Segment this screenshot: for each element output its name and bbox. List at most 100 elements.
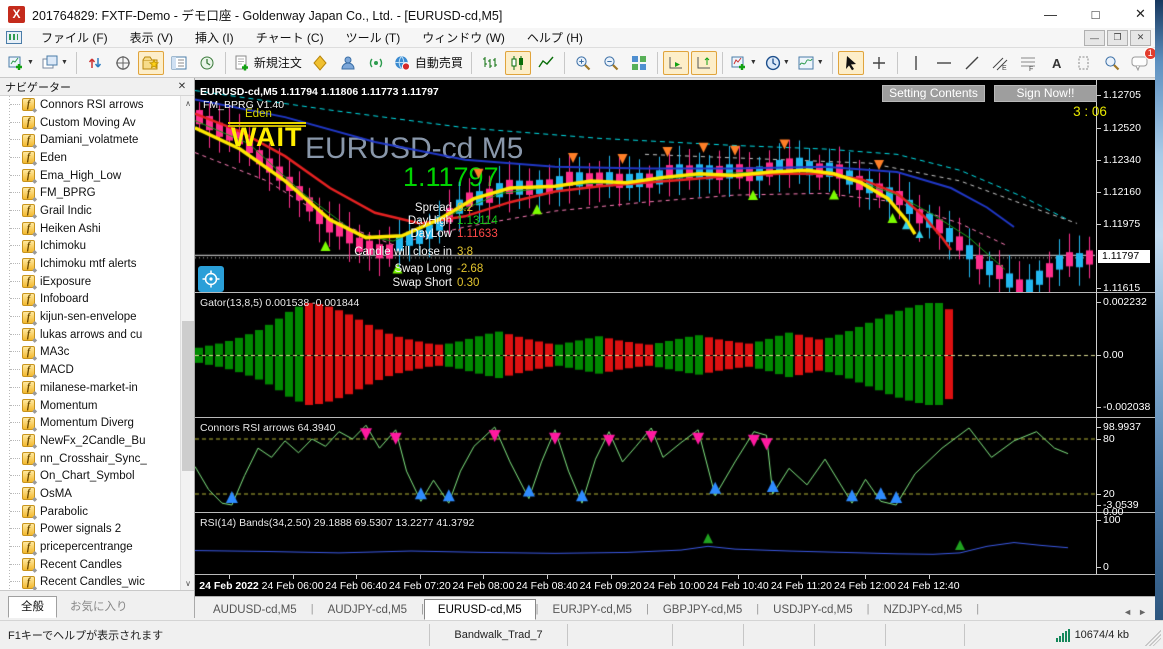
terminal-button[interactable] — [166, 51, 192, 75]
navigator-item-milanese-market-in[interactable]: fmilanese-market-in — [0, 379, 180, 397]
navigator-item-newfx-2candle-bu[interactable]: fNewFx_2Candle_Bu — [0, 432, 180, 450]
navigator-button[interactable] — [137, 50, 164, 75]
fibonacci-button[interactable]: F — [1015, 51, 1041, 75]
line-mode-button[interactable] — [533, 51, 559, 75]
arrow-label-button[interactable] — [1071, 51, 1097, 75]
navigator-item-grail-indic[interactable]: fGrail Indic — [0, 202, 180, 220]
profiles-button[interactable]: ▼ — [39, 51, 71, 75]
menu-item-3[interactable]: チャート (C) — [245, 31, 335, 45]
vertical-line-button[interactable] — [903, 51, 929, 75]
menu-item-1[interactable]: 表示 (V) — [119, 31, 184, 45]
navigator-item-parabolic[interactable]: fParabolic — [0, 503, 180, 521]
chart-tab-usdjpy-cd-m5[interactable]: USDJPY-cd,M5 — [759, 599, 866, 620]
navigator-item-ichimoku[interactable]: fIchimoku — [0, 238, 180, 255]
indicators-button[interactable]: ▼ — [795, 51, 827, 75]
navigator-item-recent-candles-wic[interactable]: fRecent Candles_wic — [0, 574, 180, 590]
chart-shift-button[interactable] — [690, 50, 717, 75]
zoom-in-button[interactable] — [570, 51, 596, 75]
navigator-item-kijun-sen-envelope[interactable]: fkijun-sen-envelope — [0, 308, 180, 326]
navigator-tab-0[interactable]: 全般 — [8, 596, 57, 618]
tile-windows-button[interactable] — [626, 51, 652, 75]
navigator-item-fm-bprg[interactable]: fFM_BPRG — [0, 184, 180, 202]
navigator-close-icon[interactable]: ✕ — [175, 81, 189, 92]
pane-separator[interactable] — [195, 292, 1155, 293]
navigator-item-ma3c[interactable]: fMA3c — [0, 344, 180, 361]
chart-tab-nzdjpy-cd-m5[interactable]: NZDJPY-cd,M5 — [869, 599, 976, 620]
new-order-button[interactable]: 新規注文 — [231, 51, 305, 75]
navigator-scrollbar[interactable]: ∧ ∨ — [180, 96, 194, 590]
navigator-item-ichimoku-mtf-alerts[interactable]: fIchimoku mtf alerts — [0, 255, 180, 273]
crosshair-button[interactable] — [866, 51, 892, 75]
navigator-item-ema-high-low[interactable]: fEma_High_Low — [0, 167, 180, 184]
data-window-button[interactable] — [110, 51, 136, 75]
chart-tab-eurjpy-cd-m5[interactable]: EURJPY-cd,M5 — [538, 599, 645, 620]
chevron-down-icon[interactable]: ▼ — [750, 59, 757, 66]
experts-button[interactable] — [335, 51, 361, 75]
navigator-item-damiani-volatmete[interactable]: fDamiani_volatmete — [0, 131, 180, 149]
signals-button[interactable] — [363, 51, 389, 75]
maximize-button[interactable]: □ — [1073, 0, 1118, 28]
pane-separator[interactable] — [195, 417, 1155, 418]
chevron-down-icon[interactable]: ▼ — [27, 59, 34, 66]
tab-scroll-left-icon[interactable]: ◄ — [1123, 607, 1132, 617]
chart-tab-gbpjpy-cd-m5[interactable]: GBPJPY-cd,M5 — [649, 599, 756, 620]
navigator-item-on-chart-symbol[interactable]: fOn_Chart_Symbol — [0, 467, 180, 485]
setting-contents-button[interactable]: Setting Contents — [882, 85, 985, 102]
navigator-item-nn-crosshair-sync-[interactable]: fnn_Crosshair_Sync_ — [0, 450, 180, 467]
gator-indicator-chart[interactable] — [195, 294, 1096, 417]
trendline-button[interactable] — [959, 51, 985, 75]
comments-button[interactable]: 1 — [1127, 46, 1157, 75]
chevron-down-icon[interactable]: ▼ — [61, 59, 68, 66]
chevron-down-icon[interactable]: ▼ — [783, 59, 790, 66]
navigator-item-eden[interactable]: fEden — [0, 149, 180, 167]
strategy-tester-button[interactable] — [194, 51, 220, 75]
cursor-button[interactable] — [837, 50, 864, 75]
scrollbar-thumb[interactable] — [182, 321, 194, 471]
menu-item-2[interactable]: 挿入 (I) — [184, 31, 245, 45]
pane-separator[interactable] — [195, 512, 1155, 513]
navigator-item-lukas-arrows-and-cu[interactable]: flukas arrows and cu — [0, 326, 180, 344]
mdi-close-button[interactable]: ✕ — [1130, 29, 1151, 46]
navigator-item-recent-candles[interactable]: fRecent Candles — [0, 556, 180, 574]
navigator-item-osma[interactable]: fOsMA — [0, 485, 180, 503]
resize-grip[interactable] — [1145, 630, 1161, 646]
mdi-restore-button[interactable]: ❐ — [1107, 29, 1128, 46]
chart-tab-audusd-cd-m5[interactable]: AUDUSD-cd,M5 — [199, 599, 311, 620]
auto-scroll-button[interactable] — [662, 50, 689, 75]
sign-now-button[interactable]: Sign Now!! — [994, 85, 1097, 102]
mdi-minimize-button[interactable]: — — [1084, 29, 1105, 46]
scrollbar-down-icon[interactable]: ∨ — [181, 576, 195, 590]
new-chart-button[interactable]: ▼ — [5, 51, 37, 75]
menu-item-0[interactable]: ファイル (F) — [30, 31, 119, 45]
navigator-item-macd[interactable]: fMACD — [0, 361, 180, 379]
navigator-item-connors-rsi-arrows[interactable]: fConnors RSI arrows — [0, 96, 180, 114]
navigator-tab-1[interactable]: お気に入り — [57, 596, 141, 618]
horizontal-line-button[interactable] — [931, 51, 957, 75]
auto-trading-button[interactable]: 自動売買 — [391, 51, 466, 75]
chart-tab-audjpy-cd-m5[interactable]: AUDJPY-cd,M5 — [314, 599, 421, 620]
chevron-down-icon[interactable]: ▼ — [817, 59, 824, 66]
equidistant-channel-button[interactable]: E — [987, 51, 1013, 75]
navigator-item-infoboard[interactable]: fInfoboard — [0, 291, 180, 308]
navigator-item-heiken-ashi[interactable]: fHeiken Ashi — [0, 220, 180, 238]
zoom-out-button[interactable] — [598, 51, 624, 75]
periods-button[interactable]: ▼ — [762, 51, 793, 75]
navigator-item-power-signals-2[interactable]: fPower signals 2 — [0, 521, 180, 538]
templates-button[interactable]: ▼ — [728, 51, 760, 75]
text-tool-button[interactable]: A — [1043, 51, 1069, 75]
navigator-item-custom-moving-av[interactable]: fCustom Moving Av — [0, 114, 180, 131]
main-price-chart[interactable] — [195, 84, 1096, 292]
menu-item-4[interactable]: ツール (T) — [335, 31, 412, 45]
menu-item-5[interactable]: ウィンドウ (W) — [411, 31, 516, 45]
navigator-item-iexposure[interactable]: fiExposure — [0, 273, 180, 291]
navigator-item-momentum[interactable]: fMomentum — [0, 397, 180, 414]
search-button[interactable] — [1099, 51, 1125, 75]
scrollbar-up-icon[interactable]: ∧ — [181, 96, 195, 110]
chart-target-icon[interactable] — [198, 266, 224, 292]
candle-mode-button[interactable] — [504, 50, 531, 75]
navigator-item-pricepercentrange[interactable]: fpricepercentrange — [0, 538, 180, 556]
market-watch-button[interactable] — [82, 51, 108, 75]
tab-scroll-right-icon[interactable]: ► — [1138, 607, 1147, 617]
metaeditor-button[interactable] — [307, 51, 333, 75]
minimize-button[interactable]: — — [1028, 0, 1073, 28]
